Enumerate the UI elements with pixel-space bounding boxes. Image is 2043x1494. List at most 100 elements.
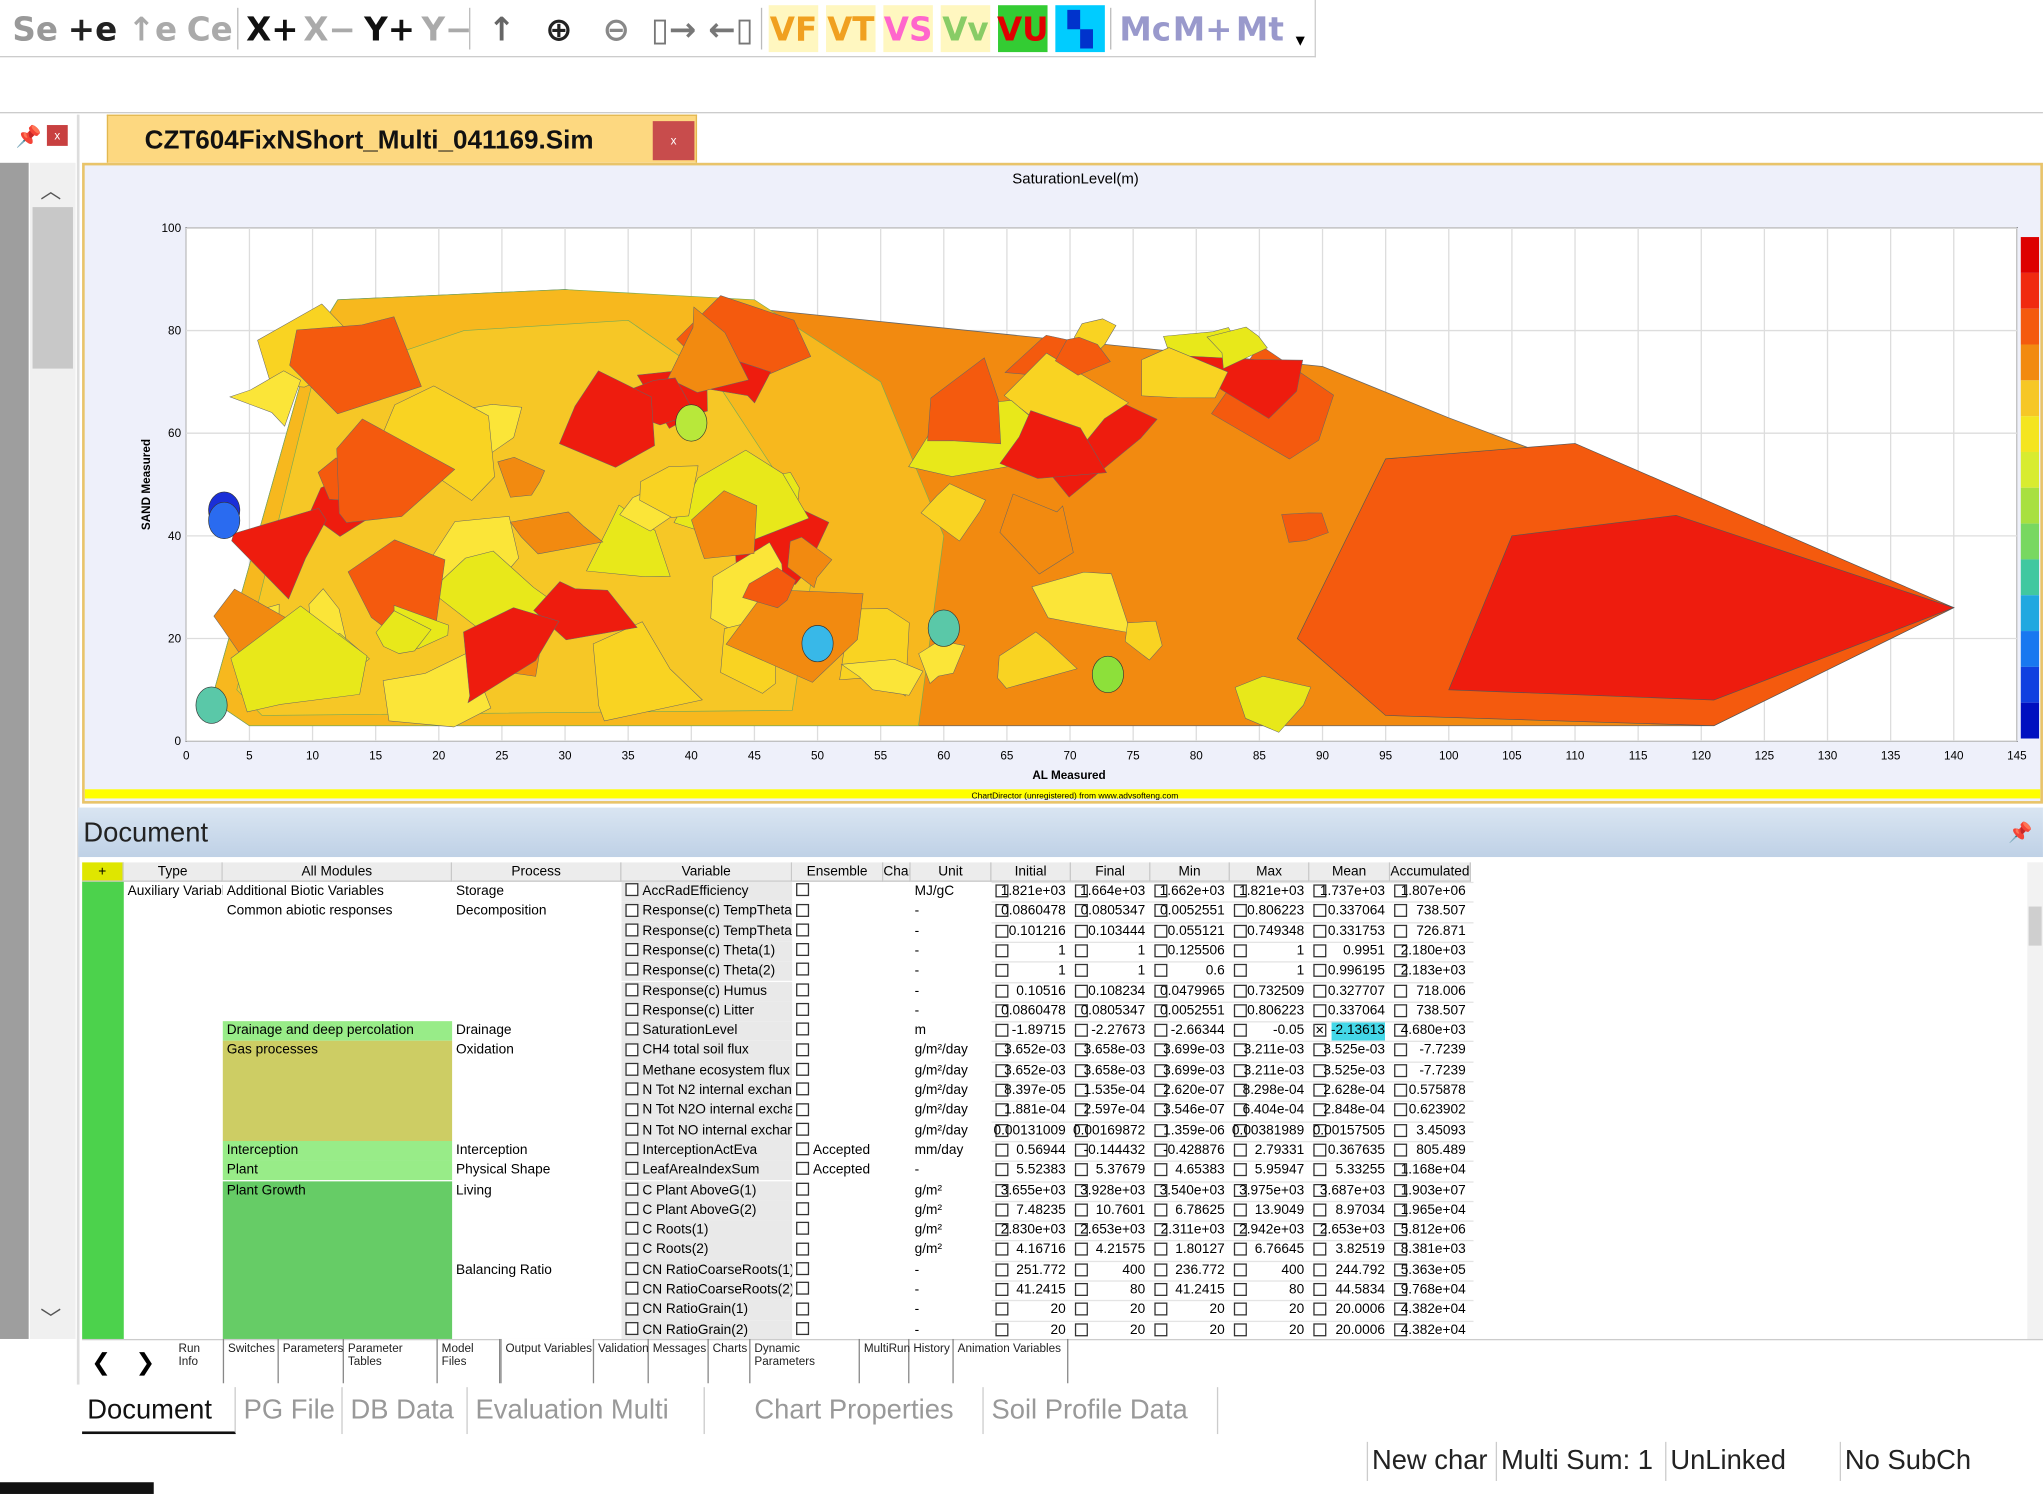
- toolbar-button-21[interactable]: Mt: [1235, 5, 1285, 52]
- document-tab-close-button[interactable]: x: [652, 121, 695, 161]
- min-checkbox[interactable]: [1154, 1322, 1168, 1336]
- table-row[interactable]: Auxiliary Variabl Additional Biotic Varia…: [82, 881, 1473, 902]
- scroll-up-icon[interactable]: ︿: [40, 173, 61, 204]
- scroll-down-icon[interactable]: ﹀: [40, 1301, 61, 1332]
- table-row[interactable]: Interception Interception InterceptionActE…: [82, 1140, 1473, 1161]
- acc-checkbox[interactable]: [1394, 1143, 1408, 1157]
- min-checkbox[interactable]: [1154, 1263, 1168, 1277]
- column-header-variable[interactable]: Variable: [621, 862, 793, 882]
- variable-checkbox[interactable]: [625, 1102, 639, 1116]
- toolbar-button-5[interactable]: X−: [303, 5, 355, 52]
- variable-checkbox[interactable]: [625, 1202, 639, 1216]
- min-checkbox[interactable]: [1154, 1302, 1168, 1316]
- sheet-tab-history[interactable]: History: [909, 1338, 954, 1384]
- table-row[interactable]: Response(c) Humus - 0.10516 0.108234 0.04799…: [82, 981, 1473, 1002]
- min-checkbox[interactable]: [1154, 1163, 1168, 1177]
- final-checkbox[interactable]: [1074, 964, 1088, 978]
- toolbar-button-13[interactable]: VF: [768, 5, 819, 53]
- variable-checkbox[interactable]: [625, 1082, 639, 1096]
- mean-checkbox[interactable]: [1313, 964, 1327, 978]
- min-checkbox[interactable]: [1154, 964, 1168, 978]
- column-header-mean[interactable]: Mean: [1309, 862, 1391, 882]
- variable-checkbox[interactable]: [625, 1182, 639, 1196]
- ensemble-checkbox[interactable]: [796, 903, 810, 917]
- ensemble-checkbox[interactable]: [796, 1281, 810, 1295]
- mean-checkbox[interactable]: [1313, 1163, 1327, 1177]
- mean-checkbox[interactable]: [1313, 1203, 1327, 1217]
- acc-checkbox[interactable]: [1394, 1003, 1408, 1017]
- column-header-final[interactable]: Final: [1070, 862, 1151, 882]
- mean-checkbox[interactable]: ✕: [1313, 1023, 1327, 1037]
- tab-prev-icon[interactable]: ❮: [91, 1349, 111, 1376]
- sheet-tab-switches[interactable]: Switches: [224, 1338, 279, 1384]
- toolbar-button-4[interactable]: X+: [246, 5, 298, 52]
- variable-checkbox[interactable]: [625, 1262, 639, 1276]
- initial-checkbox[interactable]: [995, 1163, 1009, 1177]
- max-checkbox[interactable]: [1233, 1163, 1247, 1177]
- toolbar-button-8[interactable]: ↑: [477, 5, 527, 52]
- initial-checkbox[interactable]: [995, 984, 1009, 998]
- column-header-char[interactable]: Char: [883, 862, 911, 882]
- toolbar-button-17[interactable]: VU: [997, 5, 1049, 53]
- scroll-thumb[interactable]: [32, 207, 73, 369]
- ensemble-checkbox[interactable]: [796, 983, 810, 997]
- max-checkbox[interactable]: [1233, 1243, 1247, 1257]
- table-row[interactable]: Plant Physical Shape LeafAreaIndexSum Accep…: [82, 1160, 1473, 1181]
- ensemble-checkbox[interactable]: [796, 1102, 810, 1116]
- table-row[interactable]: Plant Growth Living C Plant AboveG(1) g/m² 3…: [82, 1180, 1473, 1201]
- acc-checkbox[interactable]: [1394, 1043, 1408, 1057]
- final-checkbox[interactable]: [1074, 1163, 1088, 1177]
- final-checkbox[interactable]: [1074, 1263, 1088, 1277]
- ensemble-checkbox[interactable]: [796, 1242, 810, 1256]
- mean-checkbox[interactable]: [1313, 1243, 1327, 1257]
- ensemble-checkbox[interactable]: [796, 1182, 810, 1196]
- view-tab-document[interactable]: Document: [82, 1387, 236, 1435]
- final-checkbox[interactable]: [1074, 944, 1088, 958]
- grid-scroll-thumb[interactable]: [2028, 906, 2042, 946]
- grid-scrollbar[interactable]: [2027, 862, 2043, 1341]
- min-checkbox[interactable]: [1154, 1243, 1168, 1257]
- table-row[interactable]: Methane ecosystem flux g/m²/day 3.652e-03 3…: [82, 1061, 1473, 1082]
- max-checkbox[interactable]: [1233, 1023, 1247, 1037]
- variable-checkbox[interactable]: [625, 923, 639, 937]
- ensemble-checkbox[interactable]: [796, 1321, 810, 1335]
- ensemble-checkbox[interactable]: [796, 1142, 810, 1156]
- max-checkbox[interactable]: [1233, 904, 1247, 918]
- variable-checkbox[interactable]: [625, 1122, 639, 1136]
- toolbar-button-19[interactable]: Mc: [1119, 5, 1171, 52]
- toolbar-button-14[interactable]: VT: [826, 5, 876, 53]
- toolbar-button-12[interactable]: ←▯: [706, 5, 756, 52]
- variable-checkbox[interactable]: [625, 963, 639, 977]
- table-row[interactable]: CN RatioGrain(1) - 20 20 20 20 20.0006 4.382e+0…: [82, 1300, 1473, 1321]
- pin-icon[interactable]: 📌: [2008, 821, 2032, 844]
- max-checkbox[interactable]: [1233, 1143, 1247, 1157]
- mean-checkbox[interactable]: [1313, 984, 1327, 998]
- variable-checkbox[interactable]: [625, 1162, 639, 1176]
- toolbar-button-9[interactable]: ⊕: [534, 5, 584, 52]
- toolbar-button-20[interactable]: M+: [1173, 5, 1233, 52]
- variable-checkbox[interactable]: [625, 1022, 639, 1036]
- column-header-module[interactable]: All Modules: [222, 862, 453, 882]
- variable-checkbox[interactable]: [625, 1242, 639, 1256]
- ensemble-checkbox[interactable]: [796, 1002, 810, 1016]
- table-row[interactable]: C Plant AboveG(2) g/m² 7.48235 10.7601 6.786…: [82, 1200, 1473, 1221]
- mean-checkbox[interactable]: [1313, 1143, 1327, 1157]
- toolbar-button-7[interactable]: Y−: [421, 5, 472, 52]
- variable-checkbox[interactable]: [625, 1281, 639, 1295]
- final-checkbox[interactable]: [1074, 1243, 1088, 1257]
- ensemble-checkbox[interactable]: [796, 1022, 810, 1036]
- final-checkbox[interactable]: [1074, 1322, 1088, 1336]
- initial-checkbox[interactable]: [995, 1203, 1009, 1217]
- variable-checkbox[interactable]: [625, 903, 639, 917]
- variable-checkbox[interactable]: [625, 1062, 639, 1076]
- variable-checkbox[interactable]: [625, 1042, 639, 1056]
- table-row[interactable]: Balancing Ratio CN RatioCoarseRoots(1) - 25…: [82, 1260, 1473, 1281]
- view-tab-evaluation-multi[interactable]: Evaluation Multi: [470, 1387, 705, 1435]
- variable-checkbox[interactable]: [625, 943, 639, 957]
- min-checkbox[interactable]: [1154, 1282, 1168, 1296]
- ensemble-checkbox[interactable]: [796, 1202, 810, 1216]
- max-checkbox[interactable]: [1233, 924, 1247, 938]
- initial-checkbox[interactable]: [995, 1143, 1009, 1157]
- initial-checkbox[interactable]: [995, 1023, 1009, 1037]
- sheet-tab-validation[interactable]: Validation: [594, 1338, 649, 1384]
